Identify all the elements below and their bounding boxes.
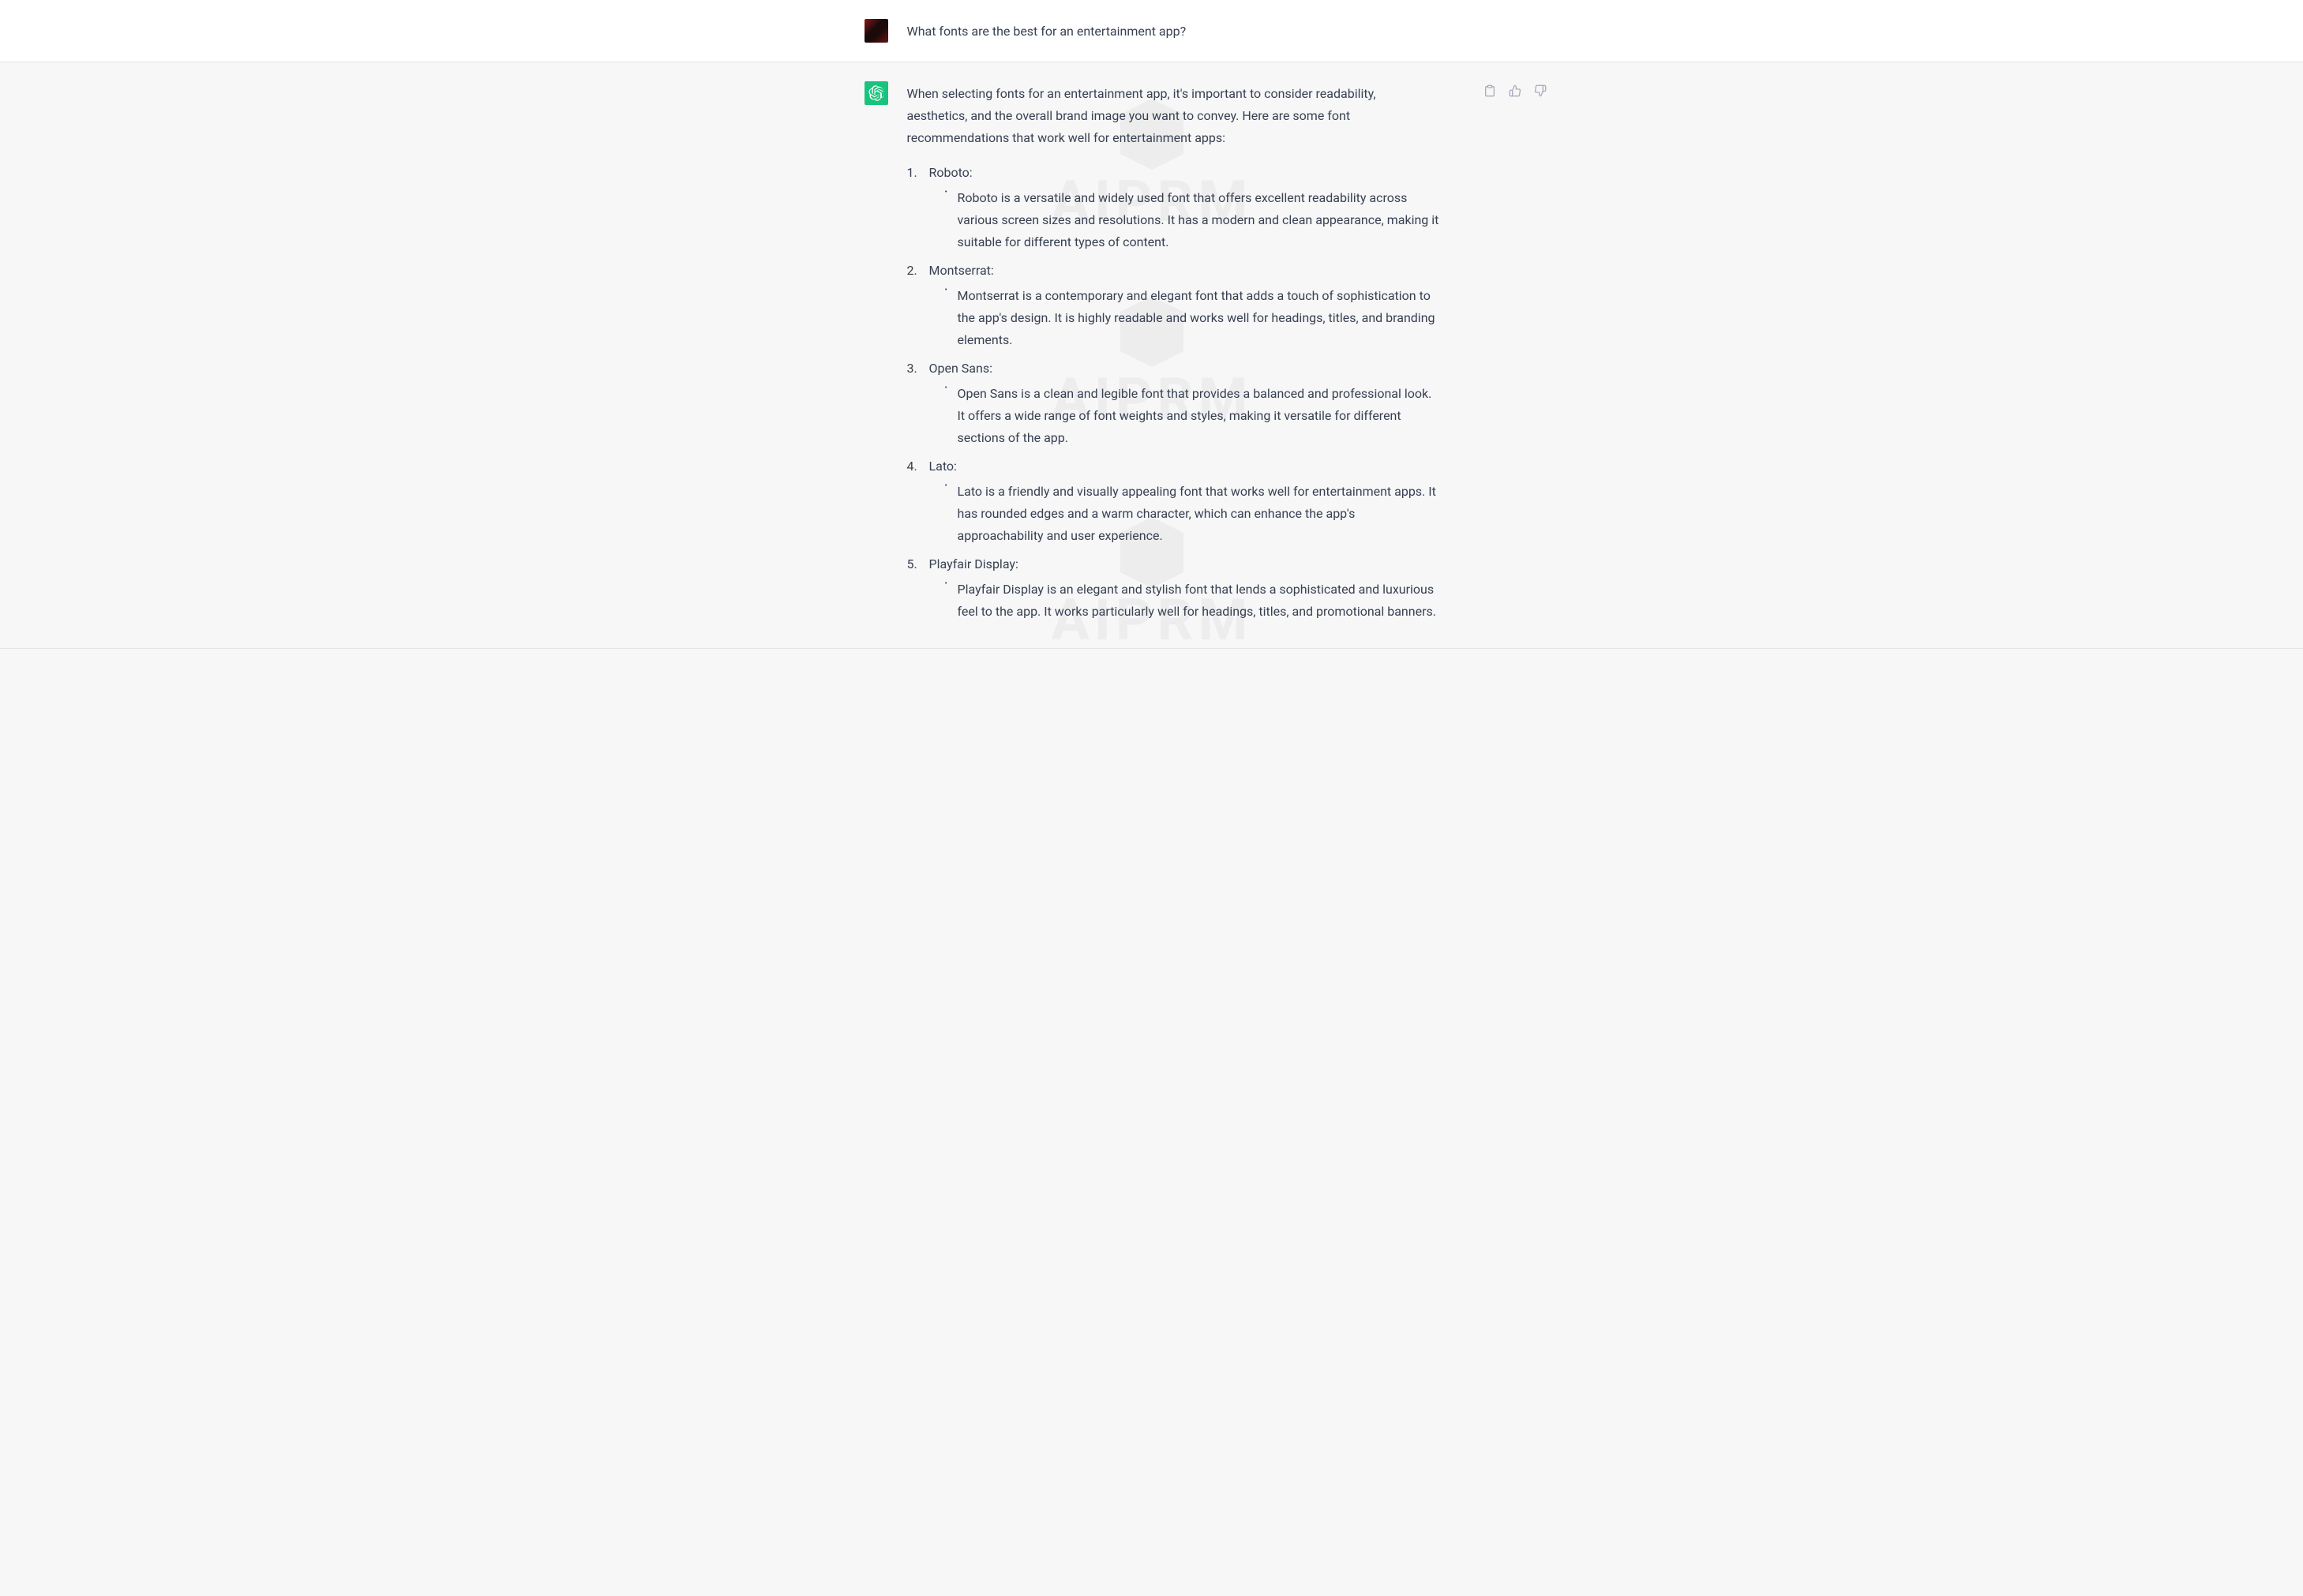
font-description: Roboto is a versatile and widely used fo… [945,187,1439,253]
font-name: Lato: [929,459,957,474]
font-list-item: Playfair Display: Playfair Display is an… [907,553,1439,623]
font-list-item: Roboto: Roboto is a versatile and widely… [907,162,1439,253]
font-description: Playfair Display is an elegant and styli… [945,579,1439,623]
thumbs-down-button[interactable] [1531,81,1550,100]
user-avatar [865,19,888,43]
thumbs-down-icon [1534,84,1547,97]
clipboard-icon [1483,84,1496,97]
font-name: Open Sans: [929,361,992,376]
user-message-text: What fonts are the best for an entertain… [907,21,1439,43]
font-list-item: Open Sans: Open Sans is a clean and legi… [907,358,1439,449]
font-name: Montserrat: [929,263,994,278]
thumbs-up-button[interactable] [1506,81,1525,100]
font-list-item: Lato: Lato is a friendly and visually ap… [907,455,1439,547]
assistant-intro-text: When selecting fonts for an entertainmen… [907,83,1439,149]
font-description: Lato is a friendly and visually appealin… [945,481,1439,547]
font-list-item: Montserrat: Montserrat is a contemporary… [907,260,1439,351]
message-actions [1480,81,1550,100]
openai-icon [868,85,884,101]
font-description: Montserrat is a contemporary and elegant… [945,285,1439,351]
font-name: Playfair Display: [929,556,1018,571]
font-name: Roboto: [929,165,973,180]
assistant-avatar [865,81,888,105]
assistant-message: When selecting fonts for an entertainmen… [0,62,2303,649]
user-message: What fonts are the best for an entertain… [0,0,2303,62]
thumbs-up-icon [1509,84,1521,97]
copy-button[interactable] [1480,81,1499,100]
font-recommendations-list: Roboto: Roboto is a versatile and widely… [907,162,1439,623]
font-description: Open Sans is a clean and legible font th… [945,383,1439,449]
